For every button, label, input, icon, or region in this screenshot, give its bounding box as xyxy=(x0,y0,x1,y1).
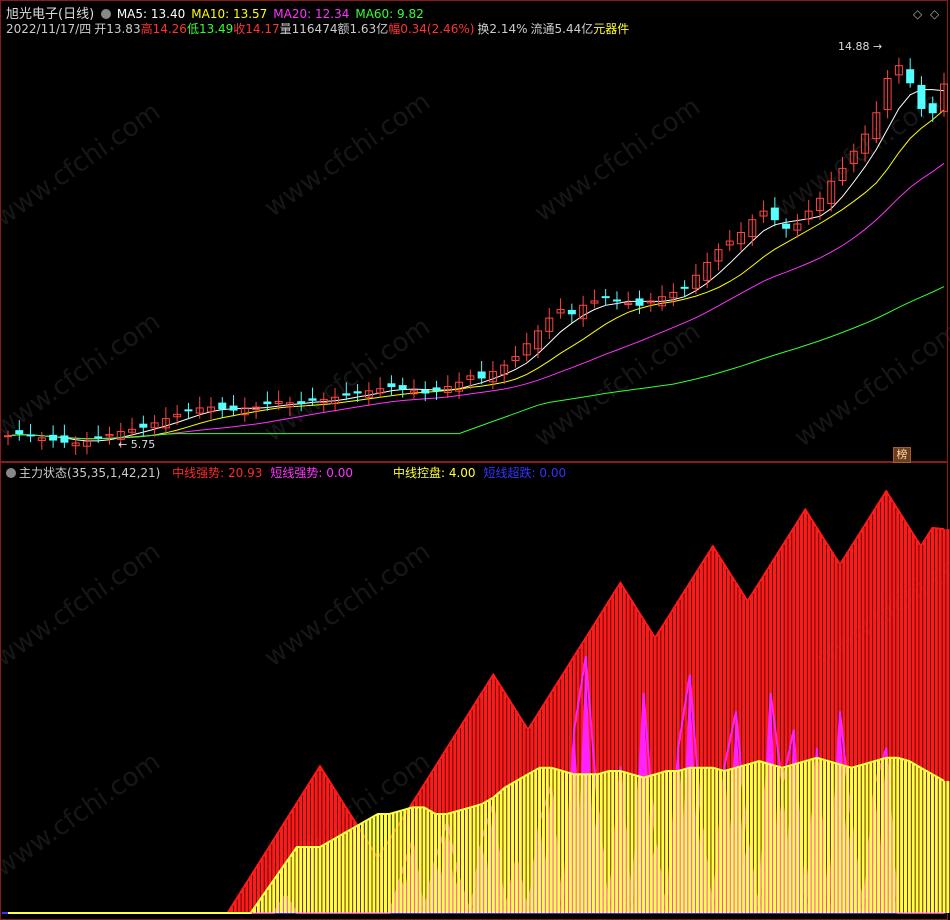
candle-body xyxy=(49,434,58,441)
candle-body xyxy=(94,436,103,439)
candle-body xyxy=(26,434,35,437)
stock-title[interactable]: 旭光电子 xyxy=(6,7,58,22)
candle-body xyxy=(263,401,272,405)
candle-body xyxy=(387,383,396,388)
candle-body xyxy=(928,103,937,114)
quote-field-2: 高14.26 xyxy=(140,22,187,36)
quote-field-8: 换2.14% xyxy=(477,22,528,36)
short-strength-line xyxy=(8,656,944,914)
candle-body xyxy=(60,435,69,443)
quote-field-1: 开13.83 xyxy=(94,22,141,36)
quote-field-0: 2022/11/17/四 xyxy=(6,22,92,36)
chart-canvas[interactable]: 14.88 → ← 5.75 xyxy=(0,0,950,920)
candle-body xyxy=(218,402,227,410)
quote-field-6: 额1.63亿 xyxy=(337,22,389,36)
quote-field-9: 流通5.44亿 xyxy=(530,22,594,36)
candle-body xyxy=(635,298,644,306)
candle-body xyxy=(421,389,430,394)
candle-body xyxy=(229,405,238,411)
indicator-header: 主力状态(35,35,1,42,21) 中线强势: 20.93 短线强势: 0.0… xyxy=(6,466,566,480)
settings-dot-icon[interactable] xyxy=(101,9,111,19)
expand-icon[interactable]: ◇ xyxy=(913,8,922,20)
quote-field-5: 量116474 xyxy=(279,22,338,36)
low-price-label: ← 5.75 xyxy=(118,438,155,451)
candle-body xyxy=(477,371,486,379)
rank-badge[interactable]: 榜 xyxy=(893,447,911,463)
ma-value-3: MA60: 9.82 xyxy=(355,7,424,21)
high-price-label: 14.88 → xyxy=(838,40,882,53)
candle-body xyxy=(353,391,362,394)
ma-value-1: MA10: 13.57 xyxy=(191,7,268,21)
candle-body xyxy=(184,409,193,412)
indicator-value-0: 中线强势: 20.93 xyxy=(172,466,263,480)
candle-body xyxy=(782,223,791,229)
candle-body xyxy=(917,84,926,109)
ma20-line xyxy=(7,162,945,440)
quote-info-row: 2022/11/17/四 开13.83高14.26低13.49收14.17量116… xyxy=(6,22,629,36)
candle-body xyxy=(612,299,621,302)
indicator-value-1: 短线强势: 0.00 xyxy=(270,466,353,480)
indicator-name[interactable]: 主力状态(35,35,1,42,21) xyxy=(19,466,160,480)
quote-field-7: 幅0.34(2.46%) xyxy=(388,22,475,36)
indicator-values: 中线强势: 20.93 短线强势: 0.00 中线控盘: 4.00 短线超跌: 0.0… xyxy=(164,466,566,480)
ma-values: MA5: 13.40 MA10: 13.57 MA20: 12.34 MA60: 9.… xyxy=(117,7,430,21)
candle-body xyxy=(680,286,689,289)
candle-body xyxy=(308,398,317,401)
ma-value-0: MA5: 13.40 xyxy=(116,7,186,21)
settings-dot-icon[interactable] xyxy=(6,468,16,478)
candle-body xyxy=(770,207,779,221)
kline-header: 旭光电子(日线) MA5: 13.40 MA10: 13.57 MA20: 12.3… xyxy=(6,7,430,22)
ma-value-2: MA20: 12.34 xyxy=(273,7,350,21)
candle-body xyxy=(601,296,610,299)
period-label[interactable]: (日线) xyxy=(58,7,94,22)
candle-body xyxy=(139,423,148,428)
ma60-line xyxy=(7,286,945,440)
indicator-value-2: 中线控盘: 4.00 xyxy=(392,466,476,480)
candle-body xyxy=(15,430,24,435)
indicator-value-3: 短线超跌: 0.00 xyxy=(483,466,567,480)
candle-body xyxy=(906,69,915,84)
quote-field-3: 低13.49 xyxy=(186,22,234,36)
candle-body xyxy=(398,385,407,390)
candle-body xyxy=(342,393,351,396)
quote-field-10: 元器件 xyxy=(593,22,630,36)
candle-body xyxy=(432,387,441,392)
more-icon[interactable]: ◇ xyxy=(930,8,939,20)
ma10-line xyxy=(7,109,945,440)
candle-body xyxy=(567,309,576,315)
trend-outline xyxy=(8,489,945,914)
candle-body xyxy=(297,401,306,405)
candle-body xyxy=(4,435,12,438)
quote-field-4: 收14.17 xyxy=(233,22,280,36)
